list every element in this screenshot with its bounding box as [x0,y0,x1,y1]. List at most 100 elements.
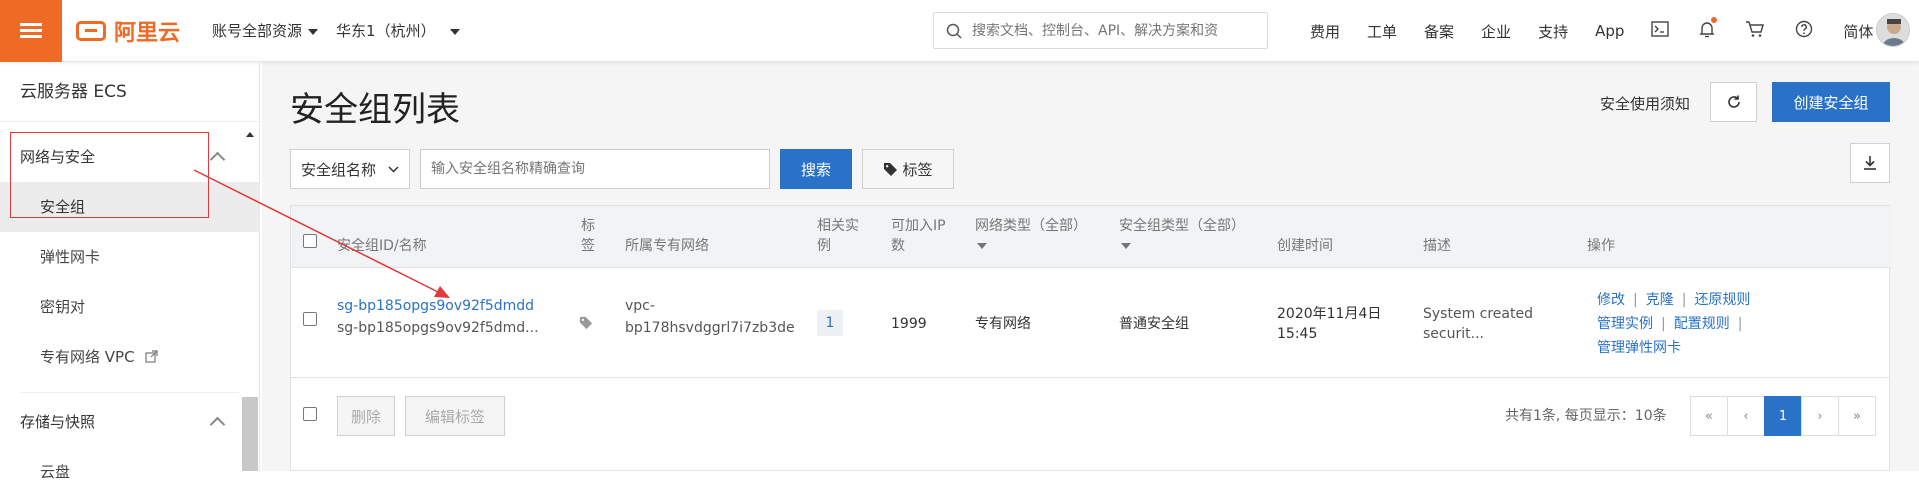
header-vpc: 所属专有网络 [625,238,709,254]
network-type: 专有网络 [975,316,1031,332]
related-instances-count[interactable]: 1 [817,310,843,336]
created-date: 2020年11月4日 [1277,306,1382,322]
caret-down-icon [449,28,460,35]
search-icon [946,23,962,39]
nav-tickets[interactable]: 工单 [1367,21,1397,42]
row-checkbox[interactable] [303,312,317,326]
sidebar: 云服务器 ECS 网络与安全 安全组 弹性网卡 密钥对 专有网络 VPC 存储与… [0,62,260,481]
global-search-input[interactable] [972,22,1252,39]
refresh-button[interactable] [1710,82,1757,122]
header-net-type-label: 网络类型（全部） [975,218,1087,234]
security-group-type: 普通安全组 [1119,316,1189,332]
sidebar-item-vpc[interactable]: 专有网络 VPC [0,332,259,382]
terminal-icon[interactable] [1651,21,1670,41]
caret-down-icon [1121,243,1131,249]
tag-filter-button[interactable]: 标签 [862,149,954,189]
page-1-button[interactable]: 1 [1764,396,1802,436]
pagination-summary: 共有1条, 每页显示：10条 [1505,408,1667,424]
description-line2: securit... [1423,326,1484,342]
header-created: 创建时间 [1277,238,1333,254]
sidebar-scrollbar[interactable] [242,72,258,471]
footer-select-all-checkbox[interactable] [303,407,317,421]
bell-icon[interactable] [1699,17,1718,42]
nav-support[interactable]: 支持 [1538,21,1568,42]
scrollbar-thumb[interactable] [242,397,258,471]
account-label: 账号全部资源 [212,22,303,40]
menu-icon[interactable] [0,0,62,62]
filter-type-select[interactable]: 安全组名称 [290,149,410,189]
modify-link[interactable]: 修改 [1597,292,1625,308]
global-search[interactable] [933,12,1268,49]
header-id: 安全组ID/名称 [337,238,427,254]
download-button[interactable] [1850,143,1890,183]
sidebar-item-keypair[interactable]: 密钥对 [0,282,259,332]
header-ops: 操作 [1587,238,1615,254]
header-sg-type[interactable]: 安全组类型（全部） [1119,216,1245,256]
search-button[interactable]: 搜索 [780,149,852,189]
download-icon [1864,156,1876,170]
manage-eni-link[interactable]: 管理弹性网卡 [1597,340,1681,356]
table-header: 安全组ID/名称 标签 所属专有网络 相关实例 可加入IP数 网络类型（全部） … [291,206,1891,268]
available-ip: 1999 [891,316,927,332]
header-tag: 标签 [581,218,595,254]
security-notice-link[interactable]: 安全使用须知 [1600,93,1690,114]
vpc-line2: bp178hsvdggrl7i7zb3de [625,320,795,336]
table-row: sg-bp185opgs9ov92f5dmdd sg-bp185opgs9ov9… [291,268,1889,378]
header-net-type[interactable]: 网络类型（全部） [975,216,1087,256]
sidebar-item-eni[interactable]: 弹性网卡 [0,232,259,282]
cart-icon[interactable] [1745,20,1765,42]
region-label: 华东1（杭州） [336,22,436,40]
help-icon[interactable] [1795,20,1813,42]
select-all-checkbox[interactable] [303,234,317,248]
sidebar-item-label: 专有网络 VPC [40,348,135,366]
tag-filter-label: 标签 [902,160,933,179]
chevron-up-icon [209,416,226,433]
nav-fees[interactable]: 费用 [1310,21,1340,42]
manage-instances-link[interactable]: 管理实例 [1597,316,1653,332]
chevron-up-icon [209,151,226,168]
sidebar-section-storage[interactable]: 存储与快照 [0,397,259,447]
sidebar-divider [20,392,239,393]
sidebar-section-label: 存储与快照 [20,413,96,431]
first-page-button[interactable]: « [1690,396,1728,436]
notification-dot [1711,17,1718,23]
logo[interactable]: 阿里云 [76,15,180,47]
header-desc: 描述 [1423,238,1451,254]
sidebar-item-disk[interactable]: 云盘 [0,447,259,497]
avatar[interactable] [1876,13,1910,47]
refresh-icon [1727,95,1740,108]
row-actions: 修改 | 克隆 | 还原规则 管理实例 | 配置规则 | 管理弹性网卡 [1597,292,1751,356]
restore-rules-link[interactable]: 还原规则 [1694,292,1750,308]
account-selector[interactable]: 账号全部资源 [212,20,319,41]
language-switch[interactable]: 简体 [1843,21,1873,42]
edit-tags-button[interactable]: 编辑标签 [405,396,505,436]
filter-type-value: 安全组名称 [301,160,377,179]
nav-filing[interactable]: 备案 [1424,21,1454,42]
chevron-down-icon [388,165,399,173]
delete-button[interactable]: 删除 [337,396,395,436]
prev-page-button[interactable]: ‹ [1727,396,1765,436]
clone-link[interactable]: 克隆 [1646,292,1674,308]
nav-enterprise[interactable]: 企业 [1481,21,1511,42]
pagination: « ‹ 1 › » [1690,396,1876,436]
top-nav: 费用 工单 备案 企业 支持 App 简体 [1310,0,1900,62]
configure-rules-link[interactable]: 配置规则 [1674,316,1730,332]
last-page-button[interactable]: » [1838,396,1876,436]
security-group-name: sg-bp185opgs9ov92f5dmd... [337,320,539,336]
aliyun-logo-icon [76,20,106,41]
next-page-button[interactable]: › [1801,396,1839,436]
page-title: 安全组列表 [290,90,460,130]
create-security-group-button[interactable]: 创建安全组 [1772,82,1890,122]
created-time: 15:45 [1277,326,1318,342]
description-line1: System created [1423,306,1533,322]
tag-icon[interactable] [579,315,593,334]
security-group-id-link[interactable]: sg-bp185opgs9ov92f5dmdd [337,296,534,316]
vpc-line1: vpc- [625,298,655,314]
scroll-up-icon[interactable] [246,132,254,137]
nav-app[interactable]: App [1595,22,1624,40]
annotation-box [10,132,209,218]
header-sg-type-label: 安全组类型（全部） [1119,218,1245,234]
region-selector[interactable]: 华东1（杭州） [336,20,460,41]
filter-input[interactable] [420,149,770,189]
sidebar-title: 云服务器 ECS [0,62,259,122]
